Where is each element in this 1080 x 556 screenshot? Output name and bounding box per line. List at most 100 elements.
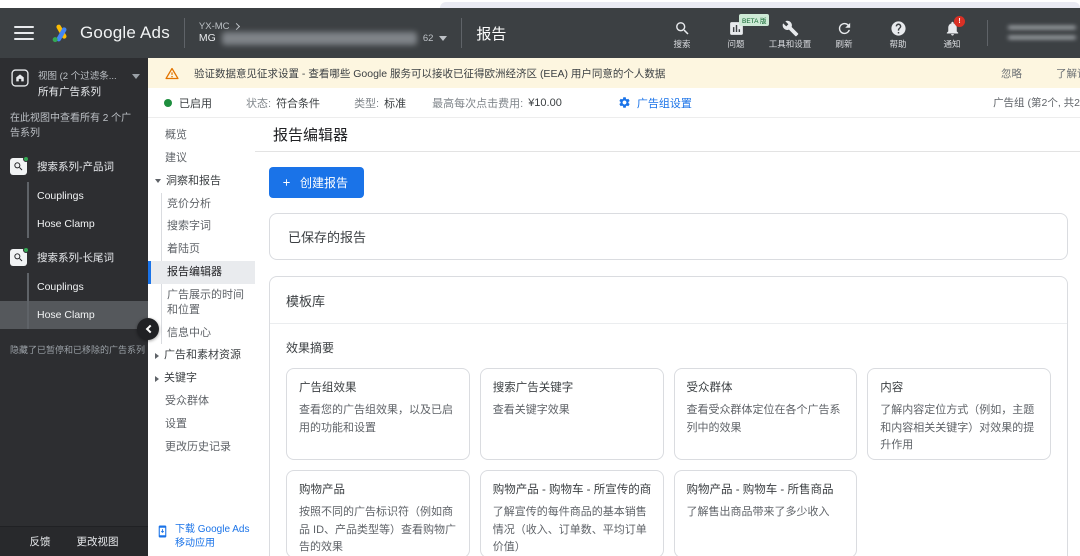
- saved-reports-title: 已保存的报告: [288, 230, 367, 245]
- nav-item-when-where-ads[interactable]: 广告展示的时间和位置: [148, 283, 255, 322]
- max-cpc-label: 最高每次点击费用:: [432, 97, 524, 110]
- nav-item-insights-reports[interactable]: 洞察和报告: [148, 170, 255, 193]
- ad-group-item-selected[interactable]: Hose Clamp: [0, 301, 148, 329]
- notification-badge: !: [954, 16, 965, 28]
- nav-item-recommendations[interactable]: 建议: [148, 147, 255, 170]
- view-selector[interactable]: 视图 (2 个过滤条... 所有广告系列: [0, 58, 148, 101]
- learn-more-link[interactable]: 了解详情: [1056, 66, 1080, 81]
- template-shopping-cart-advertised[interactable]: 购物产品 - 购物车 - 所宣传的商品 了解宣传的每件商品的基本销售情况（收入、…: [479, 470, 664, 556]
- status-label: 状态:: [246, 97, 272, 110]
- tools-settings-button[interactable]: 工具和设置: [765, 20, 815, 49]
- view-note: 在此视图中查看所有 2 个广告系列: [10, 113, 132, 139]
- nav-item-audiences[interactable]: 受众群体: [148, 390, 255, 413]
- template-shopping-products[interactable]: 购物产品 按照不同的广告标识符（例如商品 ID、产品类型等）查看购物广告的效果: [286, 470, 470, 556]
- campaign-group-2[interactable]: 搜索系列-长尾词: [0, 242, 148, 273]
- chevron-down-icon: [132, 74, 140, 79]
- divider: [987, 20, 988, 46]
- max-cpc-value: ¥10.00: [528, 96, 562, 109]
- performance-summary-title: 效果摘要: [286, 341, 335, 355]
- collapse-sidebar-button[interactable]: [137, 318, 159, 340]
- view-title: 视图 (2 个过滤条...: [38, 71, 117, 82]
- type-label: 类型:: [354, 97, 380, 110]
- nav-item-overview[interactable]: 概览: [148, 124, 255, 147]
- template-library-title: 模板库: [286, 294, 326, 309]
- wrench-icon: [782, 21, 798, 37]
- nav-item-dashboards[interactable]: 信息中心: [148, 321, 255, 345]
- hidden-campaigns-note: 隐藏了已暂停和已移除的广告系列: [10, 345, 146, 355]
- redacted-user-info: [1002, 18, 1080, 48]
- account-id-suffix: 62: [422, 33, 434, 44]
- google-ads-app: Google Ads YX-MC MG 62 报告 搜索 BETA 版 问题 工…: [0, 0, 1080, 556]
- ad-group-item[interactable]: Couplings: [0, 182, 148, 210]
- plus-icon: [283, 179, 290, 186]
- content-title: 报告编辑器: [273, 127, 349, 144]
- template-audiences[interactable]: 受众群体 查看受众群体定位在各个广告系列中的效果: [673, 368, 858, 460]
- banner-message: 验证数据意见征求设置 - 查看哪些 Google 服务可以接收已征得欧洲经济区 …: [194, 67, 666, 80]
- search-campaign-icon: [10, 247, 29, 266]
- account-switcher[interactable]: YX-MC MG 62: [199, 21, 448, 46]
- help-icon: [890, 21, 906, 36]
- ad-group-item[interactable]: Couplings: [0, 273, 148, 301]
- main-content: 报告编辑器 创建报告 已保存的报告 模板库 效果摘要 广告组效果 查看您的广告组…: [255, 118, 1080, 556]
- nav-item-auction-insights[interactable]: 竞价分析: [148, 192, 255, 216]
- template-ad-group-performance[interactable]: 广告组效果 查看您的广告组效果，以及已启用的功能和设置: [286, 368, 470, 460]
- redacted-account-info: [221, 32, 417, 46]
- top-app-bar: Google Ads YX-MC MG 62 报告 搜索 BETA 版 问题 工…: [0, 8, 1080, 58]
- nav-item-report-editor[interactable]: 报告编辑器: [148, 261, 255, 284]
- section-nav: 概览 建议 洞察和报告 竞价分析 搜索字词 着陆页 报告编辑器 广告展示的时间和…: [148, 118, 255, 556]
- enabled-label[interactable]: 已启用: [179, 95, 212, 111]
- topbar-actions: 搜索 BETA 版 问题 工具和设置 刷新 帮助 ! 通知: [657, 14, 977, 49]
- issues-button[interactable]: BETA 版 问题: [711, 14, 770, 49]
- chevron-down-icon: [439, 36, 448, 42]
- browser-edge: [0, 0, 1080, 8]
- content-header: 报告编辑器: [255, 118, 1080, 152]
- chevron-right-icon: [232, 22, 240, 30]
- chevron-right-icon: [155, 352, 159, 359]
- nav-item-search-terms[interactable]: 搜索字词: [148, 215, 255, 239]
- enabled-status-dot: [23, 156, 29, 162]
- search-button[interactable]: 搜索: [657, 20, 707, 49]
- search-icon: [675, 22, 689, 35]
- help-button[interactable]: 帮助: [873, 20, 923, 49]
- create-report-button[interactable]: 创建报告: [269, 167, 365, 198]
- dismiss-link[interactable]: 忽略: [1001, 66, 1022, 81]
- ad-group-settings-button[interactable]: 广告组设置: [618, 95, 692, 111]
- chevron-left-icon: [145, 324, 154, 334]
- divider: [270, 323, 1067, 324]
- menu-icon[interactable]: [14, 26, 34, 40]
- template-search-keywords[interactable]: 搜索广告关键字 查看关键字效果: [479, 368, 664, 460]
- google-ads-logo-icon: [52, 24, 67, 43]
- divider: [461, 18, 463, 48]
- account-name-top: YX-MC: [198, 20, 230, 32]
- ad-group-pager[interactable]: 广告组 (第2个, 共2: [993, 95, 1080, 110]
- saved-reports-card[interactable]: 已保存的报告: [269, 213, 1068, 260]
- campaign-group-1[interactable]: 搜索系列-产品词: [0, 151, 148, 182]
- chevron-right-icon: [155, 375, 159, 382]
- nav-item-keywords[interactable]: 关键字: [148, 367, 255, 390]
- nav-item-landing-pages[interactable]: 着陆页: [148, 238, 255, 261]
- campaign-sidebar: 视图 (2 个过滤条... 所有广告系列 在此视图中查看所有 2 个广告系列 搜…: [0, 58, 148, 556]
- nav-item-change-history[interactable]: 更改历史记录: [148, 436, 255, 459]
- template-shopping-cart-sold[interactable]: 购物产品 - 购物车 - 所售商品 了解售出商品带来了多少收入: [673, 470, 858, 556]
- nav-item-settings[interactable]: 设置: [148, 413, 255, 436]
- feedback-link[interactable]: 反馈: [30, 534, 51, 549]
- ad-group-item[interactable]: Hose Clamp: [0, 210, 148, 238]
- download-app-link[interactable]: 下载 Google Ads 移动应用: [156, 523, 253, 550]
- template-content[interactable]: 内容 了解内容定位方式（例如，主题和内容相关关键字）对效果的提升作用: [867, 368, 1051, 460]
- account-name-bottom: MG: [198, 32, 216, 45]
- enabled-status-dot: [164, 98, 172, 107]
- brand-logo[interactable]: Google Ads: [50, 22, 170, 44]
- warning-icon: [165, 67, 179, 79]
- view-subtitle: 所有广告系列: [38, 86, 101, 98]
- consent-warning-banner: 验证数据意见征求设置 - 查看哪些 Google 服务可以接收已征得欧洲经济区 …: [148, 58, 1080, 88]
- enabled-status-dot: [23, 247, 29, 253]
- divider: [183, 18, 185, 48]
- page-title: 报告: [476, 25, 507, 43]
- refresh-button[interactable]: 刷新: [819, 20, 869, 49]
- search-campaign-icon: [10, 156, 29, 175]
- change-view-link[interactable]: 更改视图: [77, 534, 119, 549]
- nav-item-ads-assets[interactable]: 广告和素材资源: [148, 344, 255, 367]
- mobile-app-icon: [158, 525, 167, 538]
- notifications-button[interactable]: ! 通知: [927, 16, 977, 49]
- chevron-down-icon: [155, 179, 161, 184]
